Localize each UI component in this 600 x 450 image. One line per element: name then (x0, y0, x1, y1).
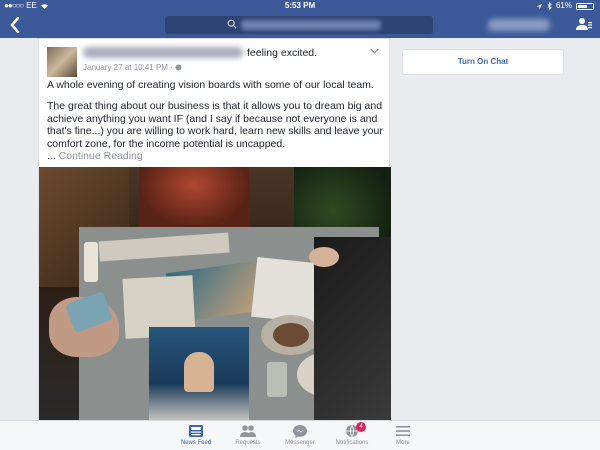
status-bar: ●●○○○ EE 5:53 PM 61% (0, 0, 600, 12)
chevron-left-icon (10, 16, 20, 34)
status-time: 5:53 PM (284, 1, 316, 10)
search-icon (227, 19, 237, 29)
location-icon (536, 3, 543, 9)
search-input[interactable] (165, 16, 433, 34)
redacted-name (488, 19, 550, 31)
author-name-redacted (83, 47, 243, 58)
top-nav-bar (0, 12, 600, 38)
bottom-tab-bar: News Feed Requests Messenger 4 Notificat… (0, 420, 600, 450)
continue-reading-link[interactable]: Continue Reading (59, 150, 143, 162)
status-right: 61% (536, 0, 594, 12)
ellipsis: ... (47, 150, 59, 162)
tab-messenger[interactable]: Messenger (270, 424, 330, 446)
post-meta: January 27 at 10:41 PM · (83, 63, 182, 72)
news-feed-icon (189, 425, 203, 437)
bluetooth-icon (547, 2, 552, 10)
friend-requests-icon[interactable] (576, 17, 592, 31)
post-timestamp[interactable]: January 27 at 10:41 PM · (83, 63, 173, 72)
post-text-body: The great thing about our business is th… (47, 100, 383, 150)
tab-label: Messenger (285, 440, 315, 446)
battery-icon (576, 2, 594, 10)
tab-label: Requests (235, 440, 261, 446)
tab-label: More (396, 440, 410, 446)
tab-label: Notifications (335, 440, 369, 446)
tab-requests[interactable]: Requests (218, 424, 278, 446)
post-text-paragraph-1: A whole evening of creating vision board… (47, 79, 374, 91)
privacy-globe-icon (175, 64, 182, 71)
battery-percent: 61% (555, 1, 572, 10)
messenger-icon (293, 425, 307, 438)
requests-icon (240, 425, 256, 437)
post-options-chevron-icon[interactable] (370, 48, 379, 54)
tab-more[interactable]: More (373, 424, 433, 446)
post-photo[interactable] (39, 167, 391, 421)
post-text-paragraph-2: The great thing about our business is th… (47, 100, 383, 163)
menu-icon (396, 426, 410, 436)
turn-on-chat-button[interactable]: Turn On Chat (402, 49, 564, 75)
tab-label: News Feed (180, 440, 212, 446)
notification-badge: 4 (356, 422, 366, 432)
avatar[interactable] (47, 47, 77, 77)
feeling-status: feeling excited. (247, 47, 318, 59)
back-button[interactable] (10, 14, 20, 37)
search-query-redacted (241, 20, 381, 30)
post-card: feeling excited. January 27 at 10:41 PM … (38, 38, 391, 421)
tab-news-feed[interactable]: News Feed (166, 424, 226, 446)
